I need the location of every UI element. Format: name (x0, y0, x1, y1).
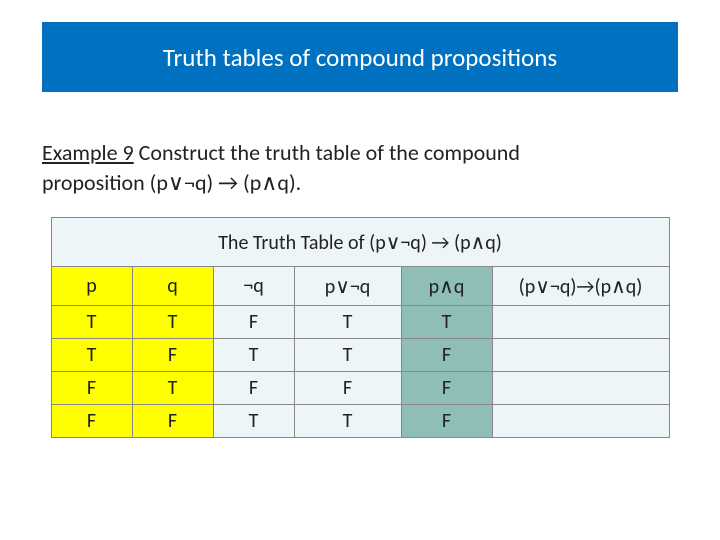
cell (492, 306, 669, 339)
cell: F (401, 405, 492, 438)
table-title-row: The Truth Table of (p∨¬q) → (p∧q) (51, 218, 669, 267)
example-label: Example 9 (42, 139, 134, 166)
example-prompt: Example 9 Construct the truth table of t… (42, 138, 678, 197)
table-header-row: p q ¬q p∨¬q p∧q (p∨¬q)→(p∧q) (51, 267, 669, 306)
col-q: q (132, 267, 213, 306)
truth-table-wrap: The Truth Table of (p∨¬q) → (p∧q) p q ¬q… (42, 217, 678, 438)
cell: F (213, 306, 294, 339)
cell: T (213, 339, 294, 372)
cell: T (294, 306, 401, 339)
cell: F (51, 372, 132, 405)
cell: F (294, 372, 401, 405)
cell: T (51, 306, 132, 339)
cell: T (294, 405, 401, 438)
cell: T (213, 405, 294, 438)
table-row: F T F F F (51, 372, 669, 405)
cell: T (132, 372, 213, 405)
cell: T (51, 339, 132, 372)
col-p-and-q: p∧q (401, 267, 492, 306)
cell: T (132, 306, 213, 339)
cell: F (132, 339, 213, 372)
cell: T (401, 306, 492, 339)
cell (492, 339, 669, 372)
truth-table: The Truth Table of (p∨¬q) → (p∧q) p q ¬q… (51, 217, 670, 438)
body: Example 9 Construct the truth table of t… (42, 138, 678, 438)
col-not-q: ¬q (213, 267, 294, 306)
table-row: T T F T T (51, 306, 669, 339)
title-bar: Truth tables of compound propositions (42, 22, 678, 92)
cell: F (401, 339, 492, 372)
example-text-line1: Construct the truth table of the compoun… (134, 139, 520, 166)
example-text-line2: proposition (p∨¬q) → (p∧q). (42, 169, 301, 196)
slide: Truth tables of compound propositions Ex… (0, 0, 720, 540)
col-p: p (51, 267, 132, 306)
page-title: Truth tables of compound propositions (163, 42, 557, 73)
cell (492, 405, 669, 438)
cell: F (51, 405, 132, 438)
cell: F (213, 372, 294, 405)
table-row: F F T T F (51, 405, 669, 438)
col-p-or-not-q: p∨¬q (294, 267, 401, 306)
cell: F (401, 372, 492, 405)
cell: T (294, 339, 401, 372)
table-row: T F T T F (51, 339, 669, 372)
cell: F (132, 405, 213, 438)
table-title: The Truth Table of (p∨¬q) → (p∧q) (51, 218, 669, 267)
col-implication: (p∨¬q)→(p∧q) (492, 267, 669, 306)
cell (492, 372, 669, 405)
